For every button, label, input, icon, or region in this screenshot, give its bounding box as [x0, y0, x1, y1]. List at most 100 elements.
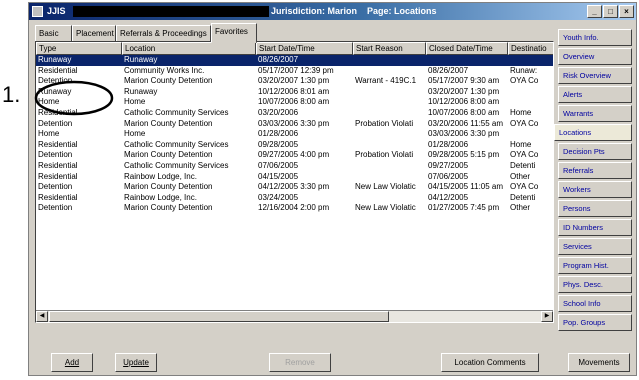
cell-location: Home	[124, 97, 146, 107]
grid-rows: Runaway Runaway 08/26/2007 Residential Commu…	[36, 55, 553, 214]
table-row[interactable]: Runaway Runaway 08/26/2007	[36, 55, 553, 66]
side-nav-alerts[interactable]: Alerts	[558, 86, 632, 103]
side-nav-pop-groups[interactable]: Pop. Groups	[558, 314, 632, 331]
cell-start-date: 12/16/2004 2:00 pm	[258, 203, 330, 213]
cell-destination	[508, 87, 553, 98]
location-comments-button[interactable]: Location Comments	[441, 353, 539, 372]
tab-favorites[interactable]: Favorites	[211, 23, 257, 43]
cell-start-reason	[353, 55, 426, 66]
grid-header: Type Location Start Date/Time Start Reas…	[36, 42, 553, 55]
side-nav-services[interactable]: Services	[558, 238, 632, 255]
cell-closed-date: 04/12/2005	[428, 192, 469, 202]
cell-location: Rainbow Lodge, Inc.	[124, 171, 197, 181]
cell-location: Marion County Detention	[124, 203, 213, 213]
cell-closed-date: 01/27/2005 7:45 pm	[428, 203, 500, 213]
cell-start-reason	[353, 172, 426, 183]
cell-type: Residential	[38, 171, 78, 181]
cell-type: Runaway	[38, 55, 72, 64]
redacted-title-block	[73, 6, 269, 17]
cell-closed-date: 07/06/2005	[428, 171, 469, 181]
table-row[interactable]: Home Home 01/28/2006 03/03/2006 3:30 pm	[36, 129, 553, 140]
cell-start-date: 10/07/2006 8:00 am	[258, 97, 330, 107]
cell-start-date: 03/24/2005	[258, 192, 299, 202]
cell-start-reason	[353, 97, 426, 108]
cell-start-date: 03/20/2006	[258, 107, 299, 117]
cell-closed-date: 08/26/2007	[428, 65, 469, 75]
cell-closed-date: 09/27/2005	[428, 160, 469, 170]
column-header-destination[interactable]: Destinatio	[508, 42, 553, 55]
table-row[interactable]: Residential Catholic Community Services 07…	[36, 161, 553, 172]
remove-button[interactable]: Remove	[269, 353, 331, 372]
table-row[interactable]: Detention Marion County Detention 12/16/20…	[36, 203, 553, 214]
side-nav-workers[interactable]: Workers	[558, 181, 632, 198]
cell-start-reason: Warrant - 419C.1	[355, 76, 417, 86]
cell-destination	[508, 129, 553, 140]
table-row[interactable]: Detention Marion County Detention 03/03/20…	[36, 119, 553, 130]
side-nav-persons[interactable]: Persons	[558, 200, 632, 217]
horizontal-scrollbar[interactable]: ◀ ▶	[36, 310, 553, 322]
cell-destination: OYA Co	[510, 76, 539, 86]
window-controls: _ □ ×	[587, 5, 634, 18]
table-row[interactable]: Detention Marion County Detention 09/27/20…	[36, 150, 553, 161]
cell-start-reason	[353, 140, 426, 151]
cell-start-reason	[353, 161, 426, 172]
cell-start-date: 01/28/2006	[258, 129, 299, 139]
table-row[interactable]: Residential Catholic Community Services 09…	[36, 140, 553, 151]
side-nav-program-hist[interactable]: Program Hist.	[558, 257, 632, 274]
scroll-left-arrow-icon[interactable]: ◀	[36, 311, 48, 322]
movements-button[interactable]: Movements	[568, 353, 630, 372]
app-name: JJIS	[47, 6, 66, 16]
cell-type: Residential	[38, 139, 78, 149]
side-nav-risk-overview[interactable]: Risk Overview	[558, 67, 632, 84]
column-header-start-date[interactable]: Start Date/Time	[256, 42, 353, 55]
movements-label: Movements	[578, 358, 620, 367]
cell-destination	[508, 97, 553, 108]
cell-closed-date: 01/28/2006	[428, 139, 469, 149]
location-comments-label: Location Comments	[454, 358, 526, 367]
side-nav-id-numbers[interactable]: ID Numbers	[558, 219, 632, 236]
side-nav-phys-desc[interactable]: Phys. Desc.	[558, 276, 632, 293]
cell-location: Runaway	[124, 55, 158, 64]
cell-closed-date	[426, 55, 508, 66]
remove-button-label: Remove	[285, 358, 315, 367]
cell-location: Marion County Detention	[124, 76, 213, 86]
add-button[interactable]: Add	[51, 353, 93, 372]
cell-start-date: 05/17/2007 12:39 pm	[258, 65, 334, 75]
column-header-start-reason[interactable]: Start Reason	[353, 42, 426, 55]
cell-destination: Detenti	[510, 192, 536, 202]
table-row[interactable]: Residential Rainbow Lodge, Inc. 03/24/2005…	[36, 193, 553, 204]
close-button[interactable]: ×	[619, 5, 634, 18]
side-nav-overview[interactable]: Overview	[558, 48, 632, 65]
cell-destination: OYA Co	[510, 118, 539, 128]
side-nav-decision-pts[interactable]: Decision Pts	[558, 143, 632, 160]
table-row[interactable]: Detention Marion County Detention 04/12/20…	[36, 182, 553, 193]
cell-type: Home	[38, 129, 60, 139]
cell-location: Catholic Community Services	[124, 107, 229, 117]
side-nav-locations[interactable]: Locations	[554, 124, 632, 141]
cell-start-reason	[353, 193, 426, 204]
annotation-number: 1.	[2, 82, 21, 107]
table-row[interactable]: Residential Community Works Inc. 05/17/200…	[36, 66, 553, 77]
side-nav-warrants[interactable]: Warrants	[558, 105, 632, 122]
cell-start-reason	[353, 87, 426, 98]
cell-closed-date: 10/07/2006 8:00 am	[428, 107, 500, 117]
cell-start-date: 04/12/2005 3:30 pm	[258, 182, 330, 192]
scrollbar-thumb[interactable]	[49, 311, 389, 322]
cell-location: Marion County Detention	[124, 118, 213, 128]
minimize-button[interactable]: _	[587, 5, 602, 18]
update-button[interactable]: Update	[115, 353, 157, 372]
cell-start-date: 09/27/2005 4:00 pm	[258, 150, 330, 160]
side-nav-youth-info[interactable]: Youth Info.	[558, 29, 632, 46]
cell-location: Runaway	[124, 86, 158, 96]
column-header-closed-date[interactable]: Closed Date/Time	[426, 42, 508, 55]
scroll-right-arrow-icon[interactable]: ▶	[541, 311, 553, 322]
column-header-type[interactable]: Type	[36, 42, 122, 55]
column-header-location[interactable]: Location	[122, 42, 256, 55]
side-nav-referrals[interactable]: Referrals	[558, 162, 632, 179]
cell-start-reason	[353, 66, 426, 77]
maximize-button[interactable]: □	[603, 5, 618, 18]
cell-destination: Other	[510, 203, 531, 213]
cell-start-date: 08/26/2007	[258, 55, 299, 64]
side-nav-school-info[interactable]: School Info	[558, 295, 632, 312]
table-row[interactable]: Residential Rainbow Lodge, Inc. 04/15/2005…	[36, 172, 553, 183]
